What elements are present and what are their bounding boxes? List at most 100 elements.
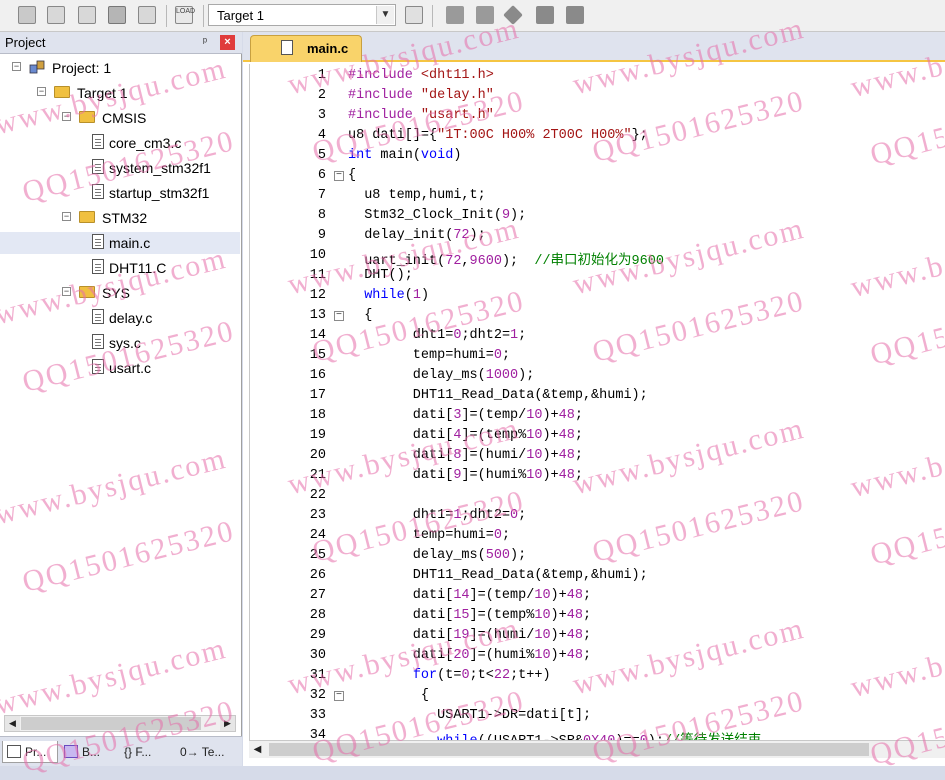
- code-line[interactable]: 5 int main(void): [250, 146, 945, 166]
- code-line[interactable]: 23 dht1=1;dht2=0;: [250, 506, 945, 526]
- scroll-thumb[interactable]: [269, 743, 869, 756]
- line-number: 20: [309, 448, 326, 463]
- chevron-down-icon[interactable]: ▼: [376, 6, 394, 24]
- code-text: delay_init(72);: [348, 228, 486, 243]
- code-line[interactable]: 6−{: [250, 166, 945, 186]
- pin-icon[interactable]: ᵖ: [199, 36, 211, 48]
- tree-item[interactable]: system_stm32f1: [0, 157, 240, 179]
- tree-item[interactable]: usart.c: [0, 357, 240, 379]
- code-line[interactable]: 20 dati[8]=(humi/10)+48;: [250, 446, 945, 466]
- line-number: 9: [317, 228, 326, 243]
- tree-item[interactable]: − STM32: [0, 207, 240, 229]
- tree-item[interactable]: − SYS: [0, 282, 240, 304]
- code-text: dht1=1;dht2=0;: [348, 508, 527, 523]
- code-line[interactable]: 11 DHT();: [250, 266, 945, 286]
- code-line[interactable]: 10 uart_init(72,9600); //串口初始化为9600: [250, 246, 945, 269]
- tree-item[interactable]: − Target 1: [0, 82, 240, 104]
- tab-main-c[interactable]: main.c: [250, 35, 362, 62]
- scroll-thumb[interactable]: [21, 717, 201, 730]
- close-icon[interactable]: ×: [220, 35, 235, 50]
- collapse-toggle-icon[interactable]: −: [62, 212, 71, 221]
- code-line[interactable]: 31 for(t=0;t<22;t++): [250, 666, 945, 686]
- editor-horizontal-scrollbar[interactable]: ◀: [249, 740, 945, 758]
- code-line[interactable]: 2 #include "delay.h": [250, 86, 945, 106]
- tab-functions[interactable]: {} F...: [118, 741, 174, 763]
- pack-installer-icon[interactable]: [566, 6, 584, 24]
- code-line[interactable]: 12 while(1): [250, 286, 945, 306]
- code-line[interactable]: 4 u8 dati[]={"1T:00C H00% 2T00C H00%"};: [250, 126, 945, 146]
- tree-item[interactable]: startup_stm32f1: [0, 182, 240, 204]
- code-line[interactable]: 21 dati[9]=(humi%10)+48;: [250, 466, 945, 486]
- collapse-toggle-icon[interactable]: −: [12, 62, 21, 71]
- code-line[interactable]: 9 delay_init(72);: [250, 226, 945, 246]
- code-line[interactable]: 24 temp=humi=0;: [250, 526, 945, 546]
- code-line[interactable]: 25 delay_ms(500);: [250, 546, 945, 566]
- scroll-left-icon[interactable]: ◀: [5, 716, 20, 731]
- code-line[interactable]: 30 dati[20]=(humi%10)+48;: [250, 646, 945, 666]
- line-number: 30: [309, 648, 326, 663]
- code-text: dati[19]=(humi/10)+48;: [348, 628, 592, 643]
- tree-item[interactable]: DHT11.C: [0, 257, 240, 279]
- code-line[interactable]: 16 delay_ms(1000);: [250, 366, 945, 386]
- manage-books-icon[interactable]: [476, 6, 494, 24]
- code-line[interactable]: 17 DHT11_Read_Data(&temp,&humi);: [250, 386, 945, 406]
- tab-books[interactable]: B...: [60, 741, 116, 763]
- tab-project[interactable]: Pr...: [2, 741, 58, 763]
- code-line[interactable]: 19 dati[4]=(temp%10)+48;: [250, 426, 945, 446]
- translate-icon[interactable]: [18, 6, 36, 24]
- tab-templates[interactable]: 0→ Te...: [176, 741, 238, 763]
- target-options-icon[interactable]: [405, 6, 423, 24]
- code-line[interactable]: 26 DHT11_Read_Data(&temp,&humi);: [250, 566, 945, 586]
- target-select[interactable]: Target 1 ▼: [208, 4, 396, 26]
- download-icon[interactable]: LOAD: [175, 6, 195, 24]
- collapse-toggle-icon[interactable]: −: [62, 112, 71, 121]
- code-line[interactable]: 33 USART1->DR=dati[t];: [250, 706, 945, 726]
- code-line[interactable]: 14 dht1=0;dht2=1;: [250, 326, 945, 346]
- line-number: 7: [317, 188, 326, 203]
- build-icon[interactable]: [47, 6, 65, 24]
- batch-build-icon[interactable]: [108, 6, 126, 24]
- fold-toggle-icon[interactable]: −: [334, 691, 344, 701]
- code-text: Stm32_Clock_Init(9);: [348, 208, 527, 223]
- file-icon: [92, 309, 104, 324]
- code-line[interactable]: 29 dati[19]=(humi/10)+48;: [250, 626, 945, 646]
- scroll-right-icon[interactable]: ▶: [220, 716, 235, 731]
- code-line[interactable]: 27 dati[14]=(temp/10)+48;: [250, 586, 945, 606]
- code-line[interactable]: 32− {: [250, 686, 945, 706]
- fold-toggle-icon[interactable]: −: [334, 171, 344, 181]
- code-text: {: [348, 308, 373, 323]
- tree-item[interactable]: core_cm3.c: [0, 132, 240, 154]
- stop-build-icon[interactable]: [138, 6, 156, 24]
- code-line[interactable]: 3 #include "usart.h": [250, 106, 945, 126]
- collapse-toggle-icon[interactable]: −: [37, 87, 46, 96]
- code-line[interactable]: 13− {: [250, 306, 945, 326]
- project-window-icon: [7, 745, 21, 758]
- toolbar: LOAD Target 1 ▼: [0, 0, 945, 32]
- tree-horizontal-scrollbar[interactable]: ◀ ▶: [4, 715, 236, 732]
- code-line[interactable]: 22: [250, 486, 945, 506]
- tree-item[interactable]: delay.c: [0, 307, 240, 329]
- tree-item[interactable]: − CMSIS: [0, 107, 240, 129]
- line-number: 34: [309, 728, 326, 740]
- code-line[interactable]: 8 Stm32_Clock_Init(9);: [250, 206, 945, 226]
- line-number: 3: [317, 108, 326, 123]
- tree-item[interactable]: sys.c: [0, 332, 240, 354]
- manage-runtime-icon[interactable]: [536, 6, 554, 24]
- file-extensions-icon[interactable]: [446, 6, 464, 24]
- select-packs-icon[interactable]: [503, 5, 523, 25]
- code-line[interactable]: 28 dati[15]=(temp%10)+48;: [250, 606, 945, 626]
- code-editor[interactable]: 1 #include <dht11.h> 2 #include "delay.h" 3 #…: [249, 64, 945, 740]
- code-line[interactable]: 7 u8 temp,humi,t;: [250, 186, 945, 206]
- rebuild-icon[interactable]: [78, 6, 96, 24]
- code-text: int main(void): [348, 148, 462, 163]
- fold-toggle-icon[interactable]: −: [334, 311, 344, 321]
- tree-item-label: Target 1: [77, 85, 128, 101]
- code-line[interactable]: 34 while((USART1->SR&0X40)==0);//等待发送结束: [250, 726, 945, 740]
- tree-item[interactable]: main.c: [0, 232, 240, 254]
- code-line[interactable]: 1 #include <dht11.h>: [250, 66, 945, 86]
- tree-item[interactable]: − Project: 1: [0, 57, 240, 79]
- code-line[interactable]: 18 dati[3]=(temp/10)+48;: [250, 406, 945, 426]
- code-line[interactable]: 15 temp=humi=0;: [250, 346, 945, 366]
- collapse-toggle-icon[interactable]: −: [62, 287, 71, 296]
- scroll-left-icon[interactable]: ◀: [249, 741, 266, 758]
